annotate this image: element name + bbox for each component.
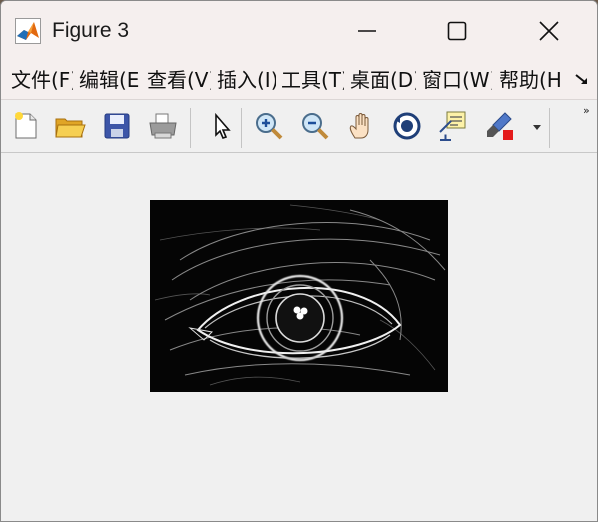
menu-tools[interactable]: 工具(T) xyxy=(281,67,344,93)
close-icon xyxy=(539,21,559,41)
toolbar-overflow[interactable]: » xyxy=(583,104,590,117)
maximize-icon xyxy=(447,21,467,41)
zoom-in-icon xyxy=(256,113,283,140)
save-icon xyxy=(104,113,130,139)
brush-dropdown-icon[interactable] xyxy=(531,122,543,132)
save-button[interactable] xyxy=(100,109,134,143)
figure-window: Figure 3 文件(F) 编辑(E) 查看(V) 插入(I) 工具(T) 桌… xyxy=(0,0,598,522)
menu-desktop[interactable]: 桌面(D) xyxy=(350,67,416,93)
zoom-out-button[interactable] xyxy=(298,109,332,143)
edge-detected-eye-icon xyxy=(150,200,448,392)
minimize-button[interactable] xyxy=(321,1,413,61)
menu-bar: 文件(F) 编辑(E) 查看(V) 插入(I) 工具(T) 桌面(D) 窗口(W… xyxy=(1,61,597,100)
zoom-in-button[interactable] xyxy=(252,109,286,143)
matlab-logo-icon xyxy=(15,18,41,44)
new-figure-icon xyxy=(15,112,37,139)
close-button[interactable] xyxy=(503,1,595,61)
open-file-icon xyxy=(55,118,86,138)
minimize-icon xyxy=(358,30,376,32)
data-cursor-icon xyxy=(439,111,466,141)
toolbar: » xyxy=(1,100,597,153)
print-button[interactable] xyxy=(146,109,180,143)
menu-insert[interactable]: 插入(I) xyxy=(217,67,276,93)
select-arrow-icon xyxy=(215,112,231,139)
toolbar-separator xyxy=(241,108,242,148)
menu-window[interactable]: 窗口(W) xyxy=(422,67,492,93)
brush-icon xyxy=(487,112,513,140)
print-icon xyxy=(149,113,177,139)
menu-view[interactable]: 查看(V) xyxy=(147,67,211,93)
rotate-3d-icon xyxy=(393,112,421,140)
toolbar-separator xyxy=(549,108,550,148)
rotate-3d-button[interactable] xyxy=(390,109,424,143)
menu-file[interactable]: 文件(F) xyxy=(11,67,73,93)
figure-canvas[interactable] xyxy=(1,153,597,521)
maximize-button[interactable] xyxy=(411,1,503,61)
title-bar[interactable]: Figure 3 xyxy=(1,1,597,61)
open-file-button[interactable] xyxy=(53,109,87,143)
menu-help[interactable]: 帮助(H) xyxy=(499,67,563,93)
pan-hand-icon xyxy=(349,113,369,139)
menu-edit[interactable]: 编辑(E) xyxy=(79,67,141,93)
select-button[interactable] xyxy=(204,109,238,143)
toolbar-separator xyxy=(190,108,191,148)
pan-button[interactable] xyxy=(344,109,378,143)
new-figure-button[interactable] xyxy=(9,109,43,143)
zoom-out-icon xyxy=(302,113,329,140)
data-cursor-button[interactable] xyxy=(436,109,470,143)
window-title: Figure 3 xyxy=(52,19,130,42)
menu-overflow-icon[interactable] xyxy=(573,71,591,89)
brush-button[interactable] xyxy=(483,109,517,143)
